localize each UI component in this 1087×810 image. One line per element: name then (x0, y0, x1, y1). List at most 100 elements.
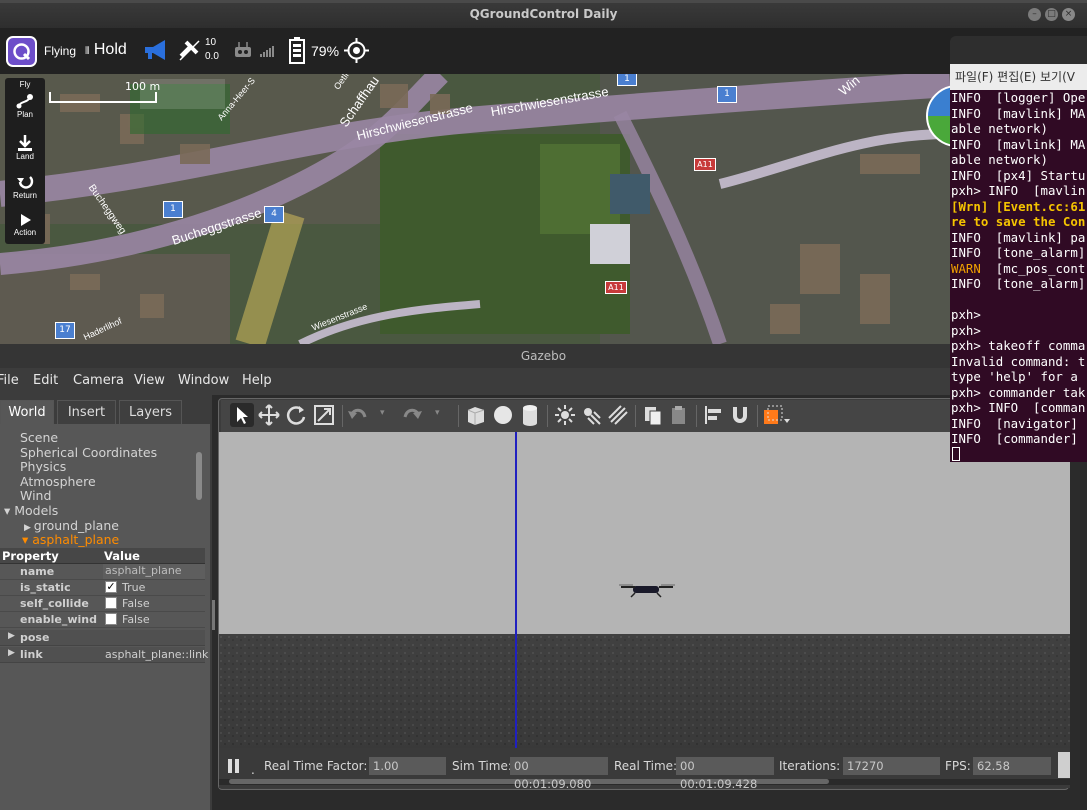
terminal-line: INFO [commander] (951, 431, 1078, 446)
tree-item-wind[interactable]: Wind (20, 488, 51, 503)
drone-model[interactable] (619, 582, 675, 598)
menu-help[interactable]: Help (242, 373, 272, 388)
panel-splitter-handle[interactable] (212, 600, 215, 630)
scale-icon[interactable] (313, 404, 335, 426)
tab-insert[interactable]: Insert (57, 400, 116, 424)
3d-viewport[interactable] (219, 432, 1070, 748)
map-marker[interactable]: 1 (163, 201, 183, 218)
hold-indicator[interactable]: ⦀ Hold (85, 41, 127, 59)
compass-widget[interactable] (925, 82, 950, 150)
terminal-line: INFO [mavlink] MA (951, 136, 1086, 152)
tool-plan[interactable]: Plan (5, 92, 45, 128)
spot-light-icon[interactable] (580, 404, 602, 426)
tool-land-label: Land (16, 152, 34, 161)
box-shape-icon[interactable] (465, 404, 487, 426)
menu-camera[interactable]: Camera (73, 373, 124, 388)
prop-name: self_collide (20, 597, 89, 610)
sphere-shape-icon[interactable] (492, 404, 514, 426)
tab-layers[interactable]: Layers (119, 400, 182, 424)
gps-satellite-icon[interactable] (177, 38, 203, 62)
step-indicator[interactable]: . (251, 763, 255, 777)
cylinder-shape-icon[interactable] (519, 404, 541, 426)
megaphone-icon[interactable] (143, 38, 171, 62)
menu-window[interactable]: Window (178, 373, 229, 388)
terminal-body[interactable]: INFO [logger] Ope INFO [mavlink] MA able n… (950, 90, 1087, 462)
menu-view[interactable]: View (134, 373, 165, 388)
crosshair-icon[interactable] (344, 38, 369, 63)
map-marker[interactable]: 1 (617, 74, 637, 86)
tree-item-asphalt-plane[interactable]: ▾ asphalt_plane (22, 532, 119, 547)
close-button[interactable]: × (1062, 8, 1075, 21)
hold-icon: ⦀ (85, 46, 90, 57)
fly-toolstrip: Fly Plan Land Return Action (5, 78, 45, 244)
pause-icon-bar[interactable] (235, 759, 239, 773)
pause-icon-bar[interactable] (228, 759, 232, 773)
redo-dropdown-icon[interactable]: ▾ (435, 408, 440, 418)
sim-time-label: Sim Time: (452, 759, 512, 773)
rotate-icon[interactable] (285, 404, 307, 426)
terminal-line: Invalid command: t (951, 353, 1086, 369)
menu-file[interactable]: File (0, 373, 19, 388)
flight-mode-label[interactable]: Flying (44, 44, 76, 58)
tab-world[interactable]: World (0, 400, 54, 424)
snap-magnet-icon[interactable] (729, 404, 751, 426)
redo-icon[interactable] (401, 405, 423, 425)
asphalt-texture (219, 634, 1070, 748)
tool-return[interactable]: Return (5, 173, 45, 209)
rc-icon[interactable] (233, 41, 255, 59)
undo-dropdown-icon[interactable]: ▾ (380, 408, 385, 418)
align-icon[interactable] (703, 404, 725, 426)
prop-group-pose[interactable]: ▶ pose (0, 630, 205, 646)
toolbar-separator (342, 405, 343, 427)
prop-header-property: Property (2, 549, 59, 563)
prop-group-link[interactable]: ▶ link asphalt_plane::link (0, 647, 208, 663)
map-marker[interactable]: 17 (55, 322, 75, 339)
translate-icon[interactable] (258, 404, 280, 426)
rtf-label: Real Time Factor: (264, 759, 368, 773)
prop-value[interactable]: asphalt_plane (103, 564, 205, 579)
terminal-titlebar (950, 36, 1087, 64)
prop-row: self_collide False (0, 596, 205, 612)
maximize-button[interactable]: □ (1045, 8, 1058, 21)
directional-light-icon[interactable] (607, 404, 629, 426)
terminal-line: WARN [mc_pos_cont (951, 261, 1087, 277)
prop-value: True (122, 581, 146, 594)
paste-icon[interactable] (668, 404, 690, 426)
map-marker[interactable]: 1 (717, 86, 737, 103)
collapsed-arrow-icon: ▶ (8, 631, 15, 641)
tree-item-spherical-coordinates[interactable]: Spherical Coordinates (20, 445, 157, 460)
prop-group-name: pose (20, 631, 50, 644)
minimize-button[interactable]: – (1028, 8, 1041, 21)
terminal-line: [Wrn] [Event.cc:61 (951, 198, 1086, 214)
menu-edit[interactable]: Edit (33, 373, 58, 388)
tree-item-models[interactable]: ▾ Models (4, 503, 58, 518)
tree-item-ground-plane[interactable]: ▶ ground_plane (24, 518, 119, 533)
undo-icon[interactable] (347, 405, 369, 425)
tool-action[interactable]: Action (5, 212, 45, 244)
gps-hdop: 0.0 (205, 51, 219, 62)
change-view-icon[interactable] (762, 404, 790, 426)
tool-land[interactable]: Land (5, 134, 45, 170)
enable-wind-checkbox[interactable] (105, 613, 117, 625)
tree-item-physics[interactable]: Physics (20, 459, 66, 474)
is-static-checkbox[interactable]: ✓ (105, 581, 117, 593)
qgc-logo-button[interactable] (6, 36, 37, 67)
point-light-icon[interactable] (554, 404, 576, 426)
copy-icon[interactable] (642, 404, 664, 426)
map-view[interactable]: Hirschwiesenstrasse Hirschwiesenstrasse … (0, 74, 950, 344)
battery-icon[interactable] (289, 37, 305, 64)
terminal-line: pxh> (951, 307, 981, 322)
self-collide-checkbox[interactable] (105, 597, 117, 609)
select-mode-button[interactable] (230, 403, 254, 427)
tree-item-atmosphere[interactable]: Atmosphere (20, 474, 96, 489)
tool-plan-label: Plan (16, 110, 33, 119)
fps-label: FPS: (945, 759, 971, 773)
terminal-menubar: 파일(F) 편집(E) 보기(V (950, 64, 1087, 90)
map-marker[interactable]: 4 (264, 206, 284, 223)
tree-item-scene[interactable]: Scene (20, 430, 58, 445)
reset-time-button[interactable] (1058, 752, 1070, 778)
tree-item-asphalt-plane-label: asphalt_plane (32, 532, 120, 547)
collapsed-arrow-icon: ▶ (8, 648, 15, 658)
terminal-menu-text[interactable]: 파일(F) 편집(E) 보기(V (955, 70, 1075, 84)
tree-scrollbar[interactable] (196, 452, 202, 500)
